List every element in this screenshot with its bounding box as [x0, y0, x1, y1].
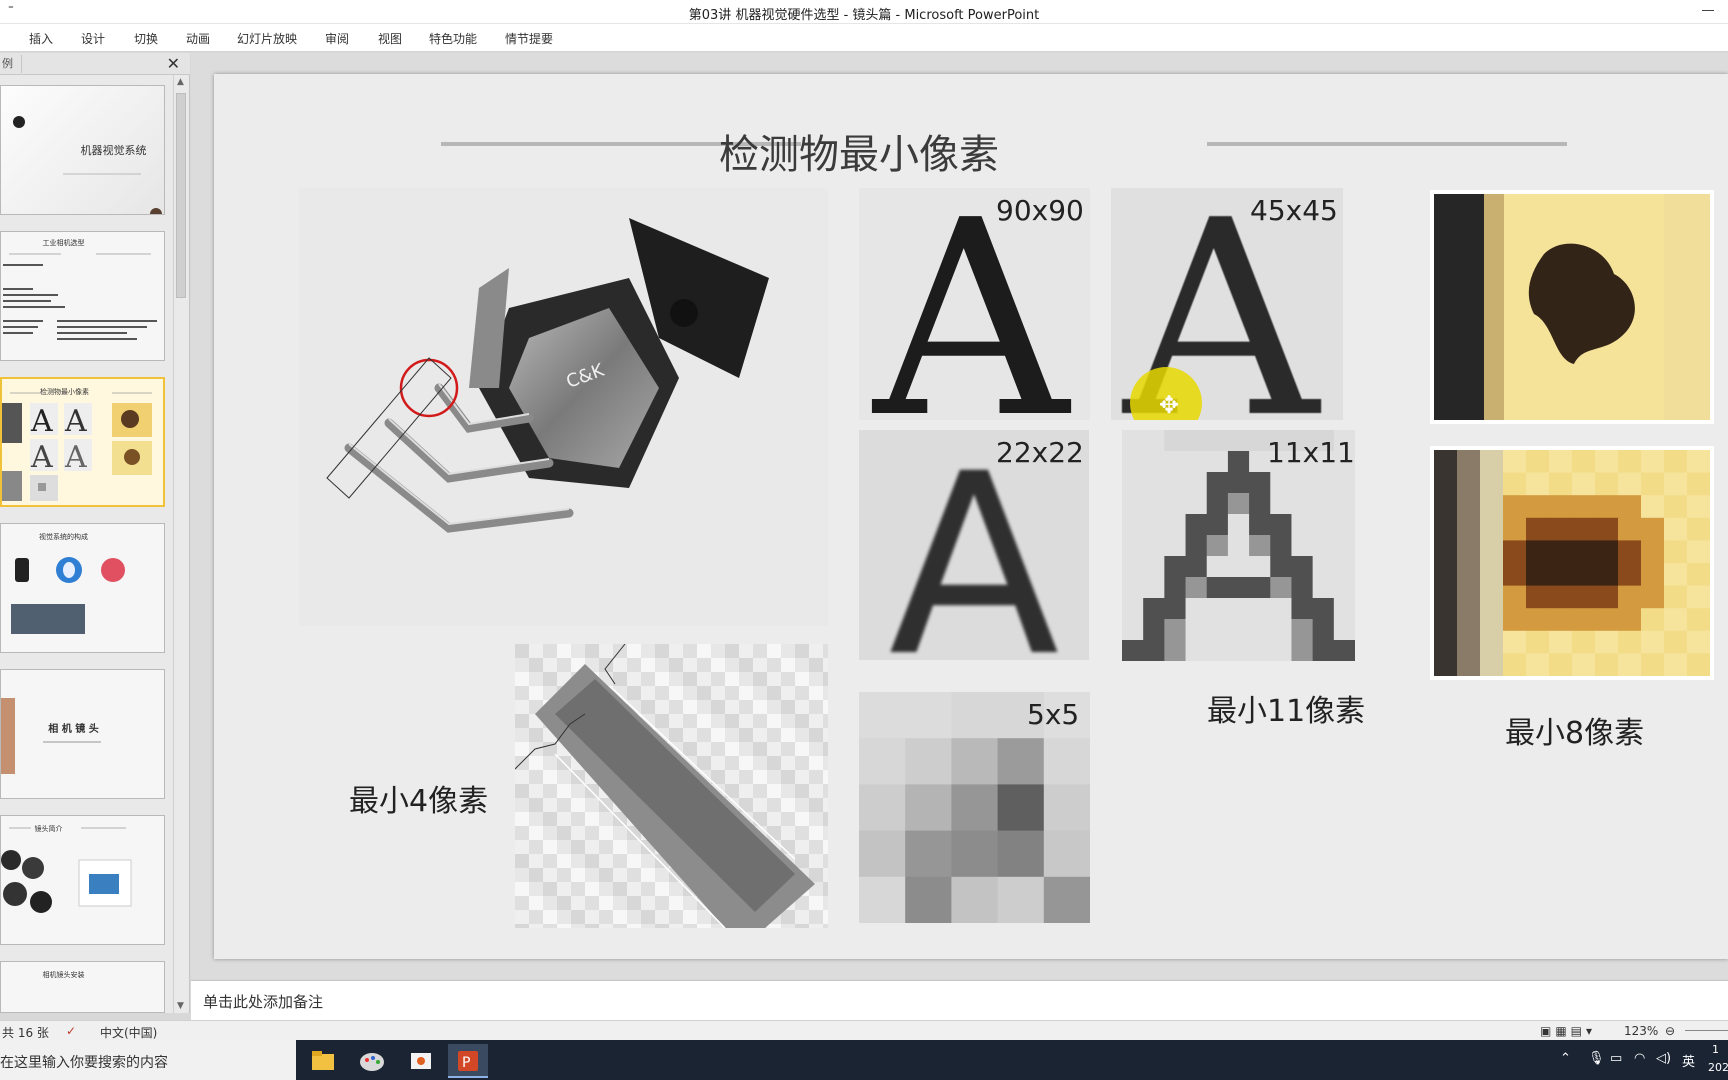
zoom-level[interactable]: 123% [1624, 1024, 1658, 1038]
window-title: 第03讲 机器视觉硬件选型 - 镜头篇 - Microsoft PowerPoi… [688, 8, 1040, 23]
zoom-out-icon[interactable]: ⊖ [1665, 1024, 1675, 1038]
file-explorer-icon[interactable] [302, 1044, 342, 1078]
slide-thumb-6[interactable]: 镜头简介 [0, 815, 165, 945]
tab-storyboard[interactable]: 情节提要 [505, 30, 553, 47]
slide-title: 检测物最小像素 [719, 132, 999, 178]
tab-transitions[interactable]: 切换 [134, 30, 158, 47]
slide-count: 共 16 张 [2, 1026, 49, 1040]
caption-min-11: 最小11像素 [1207, 694, 1366, 729]
powerpoint-icon[interactable]: P [448, 1044, 488, 1078]
microphone-icon[interactable]: 🎙 [1588, 1051, 1605, 1066]
title-bar: ⁼ 第03讲 机器视觉硬件选型 - 镜头篇 - Microsoft PowerP… [0, 0, 1728, 24]
slide-thumb-1[interactable]: 机器视觉系统 [0, 85, 165, 215]
taskbar-search[interactable]: 在这里输入你要搜索的内容 [0, 1040, 296, 1080]
tab-special[interactable]: 特色功能 [429, 30, 477, 47]
stain-image-2 [1430, 446, 1714, 680]
label-11: 11x11 [1267, 436, 1355, 469]
scroll-down-icon[interactable]: ▼ [177, 1001, 184, 1011]
close-icon[interactable]: ✕ [167, 54, 180, 73]
letter-a-90: A 90x90 [859, 188, 1090, 420]
svg-text:A: A [30, 440, 53, 475]
pane-scrollbar[interactable]: ▲ ▼ [173, 75, 187, 1013]
svg-text:✥: ✥ [1159, 391, 1179, 419]
taskbar: 在这里输入你要搜索的内容 P ⌃ 🎙 ▭ ◠ ◁) 英 1 202 [0, 1040, 1728, 1080]
pane-header: 例 ✕ [0, 53, 190, 75]
tray-expand-icon[interactable]: ⌃ [1560, 1051, 1571, 1066]
spellcheck-icon[interactable]: ✓ [66, 1024, 76, 1038]
clock-time[interactable]: 1 [1712, 1043, 1719, 1056]
caption-min-4: 最小4像素 [349, 784, 489, 819]
media-app-icon[interactable] [400, 1044, 440, 1078]
tab-view[interactable]: 视图 [378, 30, 402, 47]
svg-text:A: A [64, 440, 87, 475]
notes-placeholder[interactable]: 单击此处添加备注 [203, 991, 323, 1012]
thumb-title: 相机镜头安装 [42, 971, 85, 979]
pane-tab[interactable]: 例 [0, 55, 22, 73]
clock-date[interactable]: 202 [1708, 1061, 1728, 1074]
status-bar: 共 16 张 ✓ 中文(中国) ▣▦▤▾ 123% ⊖ [0, 1020, 1728, 1040]
language-indicator[interactable]: 中文(中国) [100, 1024, 157, 1041]
svg-text:P: P [462, 1055, 470, 1071]
volume-icon[interactable]: ◁) [1656, 1051, 1671, 1066]
title-rule-right [1207, 142, 1567, 146]
svg-text:A: A [64, 404, 87, 439]
tab-animations[interactable]: 动画 [186, 30, 210, 47]
tab-slideshow[interactable]: 幻灯片放映 [237, 30, 297, 47]
slide-thumb-5[interactable]: 相 机 镜 头 [0, 669, 165, 799]
stain-image-1 [1430, 190, 1714, 424]
scroll-up-icon[interactable]: ▲ [177, 77, 184, 87]
tab-design[interactable]: 设计 [81, 30, 105, 47]
tab-insert[interactable]: 插入 [29, 30, 53, 47]
label-22: 22x22 [996, 436, 1084, 469]
label-90: 90x90 [996, 194, 1084, 227]
tab-review[interactable]: 审阅 [325, 30, 349, 47]
minimize-icon[interactable] [1702, 10, 1714, 11]
label-45: 45x45 [1250, 194, 1338, 227]
system-tray: ⌃ 🎙 ▭ ◠ ◁) 英 1 202 [1548, 1040, 1728, 1080]
ribbon-tabs: 插入 设计 切换 动画 幻灯片放映 审阅 视图 特色功能 情节提要 [0, 24, 1728, 52]
view-buttons-icon[interactable]: ▣▦▤▾ [1540, 1024, 1596, 1038]
search-placeholder[interactable]: 在这里输入你要搜索的内容 [0, 1052, 168, 1072]
slide-thumb-4[interactable]: 视觉系统的构成 [0, 523, 165, 653]
letter-a-11: 11x11 [1122, 430, 1355, 661]
battery-icon[interactable]: ▭ [1610, 1051, 1622, 1066]
scrollbar-thumb[interactable] [176, 93, 186, 298]
thumb-title: 机器视觉系统 [80, 144, 147, 157]
letter-a-22: A 22x22 [859, 430, 1089, 660]
letter-a-5: 5x5 [859, 692, 1090, 923]
caption-min-8: 最小8像素 [1505, 716, 1645, 751]
input-language[interactable]: 英 [1682, 1051, 1695, 1070]
notes-pane[interactable]: 单击此处添加备注 [191, 980, 1728, 1020]
thumb-title: 相 机 镜 头 [48, 724, 99, 735]
slide-thumbnail-pane: 例 ✕ 机器视觉系统 工业相机选型 检测物最小像素 A A A A 视觉系统的构… [0, 53, 190, 1013]
svg-text:A: A [30, 404, 53, 439]
paint-app-icon[interactable] [352, 1044, 392, 1078]
network-icon[interactable]: ◠ [1634, 1051, 1645, 1066]
label-5: 5x5 [1027, 698, 1080, 731]
pixel-zoom-pin [515, 644, 828, 928]
slide-thumb-7[interactable]: 相机镜头安装 [0, 961, 165, 1013]
zoom-slider[interactable] [1685, 1030, 1728, 1031]
slide-thumb-3[interactable]: 检测物最小像素 A A A A [0, 377, 165, 507]
letter-a-45: A ✥ 45x45 [1111, 188, 1343, 420]
switch-photo: C&K [299, 188, 828, 626]
slide-thumb-2[interactable]: 工业相机选型 [0, 231, 165, 361]
